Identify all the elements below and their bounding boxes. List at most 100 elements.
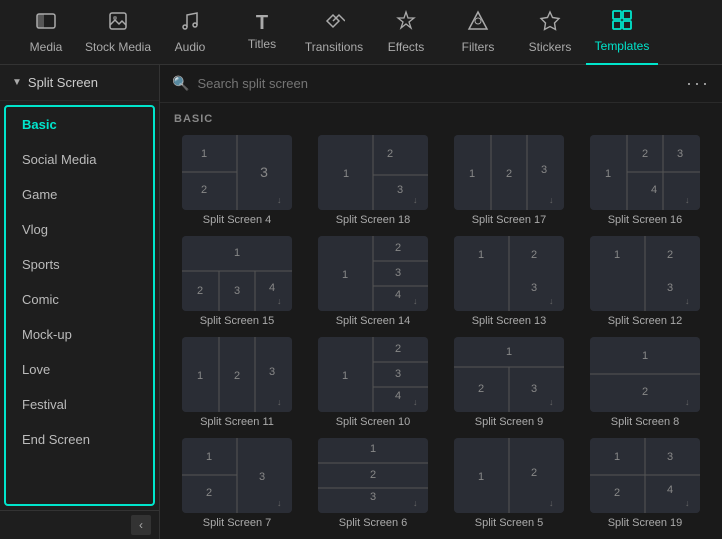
grid-label: Split Screen 16 bbox=[608, 214, 683, 226]
grid-label: Split Screen 11 bbox=[200, 416, 274, 428]
list-item[interactable]: 1 2 3 4 ↓ Split Screen 19 bbox=[582, 438, 708, 529]
thumb-split-screen-10: 1 2 3 4 ↓ bbox=[318, 337, 428, 412]
nav-item-effects[interactable]: Effects bbox=[370, 0, 442, 65]
nav-item-audio[interactable]: Audio bbox=[154, 0, 226, 65]
sidebar-item-vlog[interactable]: Vlog bbox=[6, 212, 153, 247]
top-nav: Media Stock Media Audio T Titles bbox=[0, 0, 722, 65]
sidebar-item-comic[interactable]: Comic bbox=[6, 282, 153, 317]
sidebar-header: ▼ Split Screen bbox=[0, 65, 159, 101]
svg-text:1: 1 bbox=[342, 269, 348, 281]
list-item[interactable]: 1 2 3 ↓ Split Screen 12 bbox=[582, 236, 708, 327]
nav-label-stickers: Stickers bbox=[529, 40, 572, 54]
nav-label-transitions: Transitions bbox=[305, 40, 363, 54]
nav-item-templates[interactable]: Templates bbox=[586, 0, 658, 65]
nav-item-transitions[interactable]: Transitions bbox=[298, 0, 370, 65]
nav-label-templates: Templates bbox=[595, 39, 650, 53]
grid-label: Split Screen 19 bbox=[608, 517, 683, 529]
list-item[interactable]: 1 2 3 4 ↓ Split Screen 15 bbox=[174, 236, 300, 327]
nav-label-media: Media bbox=[30, 40, 63, 54]
nav-item-filters[interactable]: Filters bbox=[442, 0, 514, 65]
nav-item-titles[interactable]: T Titles bbox=[226, 0, 298, 65]
search-input[interactable] bbox=[197, 76, 678, 91]
nav-item-media[interactable]: Media bbox=[10, 0, 82, 65]
templates-grid: 1 2 3 ↓ Split Screen 4 bbox=[174, 135, 708, 539]
svg-text:4: 4 bbox=[667, 484, 673, 496]
svg-text:2: 2 bbox=[531, 249, 537, 261]
list-item[interactable]: 1 2 3 ↓ Split Screen 9 bbox=[446, 337, 572, 428]
list-item[interactable]: 1 2 3 ↓ Split Screen 6 bbox=[310, 438, 436, 529]
svg-text:1: 1 bbox=[201, 148, 207, 160]
svg-text:↓: ↓ bbox=[413, 397, 418, 407]
svg-text:4: 4 bbox=[395, 390, 401, 402]
grid-label: Split Screen 9 bbox=[475, 416, 543, 428]
grid-label: Split Screen 6 bbox=[339, 517, 407, 529]
svg-text:2: 2 bbox=[234, 370, 240, 382]
audio-icon bbox=[179, 10, 201, 36]
nav-label-audio: Audio bbox=[175, 40, 206, 54]
svg-text:2: 2 bbox=[387, 148, 393, 160]
list-item[interactable]: 1 2 ↓ Split Screen 8 bbox=[582, 337, 708, 428]
sidebar-item-mock-up[interactable]: Mock-up bbox=[6, 317, 153, 352]
transitions-icon bbox=[323, 10, 345, 36]
sidebar-item-love[interactable]: Love bbox=[6, 352, 153, 387]
effects-icon bbox=[395, 10, 417, 36]
filters-icon bbox=[467, 10, 489, 36]
svg-text:2: 2 bbox=[197, 285, 203, 297]
svg-text:↓: ↓ bbox=[277, 296, 282, 306]
nav-item-stickers[interactable]: Stickers bbox=[514, 0, 586, 65]
svg-text:1: 1 bbox=[642, 350, 648, 362]
grid-label: Split Screen 5 bbox=[475, 517, 543, 529]
nav-label-stock-media: Stock Media bbox=[85, 40, 151, 54]
list-item[interactable]: 1 2 3 4 ↓ Split Screen 10 bbox=[310, 337, 436, 428]
svg-text:↓: ↓ bbox=[413, 195, 418, 205]
svg-text:1: 1 bbox=[370, 443, 376, 455]
list-item[interactable]: 1 2 3 ↓ Split Screen 7 bbox=[174, 438, 300, 529]
list-item[interactable]: 1 2 3 4 ↓ Split Screen 16 bbox=[582, 135, 708, 226]
svg-text:2: 2 bbox=[201, 184, 207, 196]
sidebar-item-basic[interactable]: Basic bbox=[6, 107, 153, 142]
svg-text:1: 1 bbox=[478, 249, 484, 261]
sidebar-item-end-screen[interactable]: End Screen bbox=[6, 422, 153, 457]
svg-text:1: 1 bbox=[206, 451, 212, 463]
list-item[interactable]: 1 2 3 ↓ Split Screen 13 bbox=[446, 236, 572, 327]
grid-label: Split Screen 4 bbox=[203, 214, 271, 226]
collapse-button[interactable]: ‹ bbox=[131, 515, 151, 535]
list-item[interactable]: 1 2 3 ↓ Split Screen 18 bbox=[310, 135, 436, 226]
stickers-icon bbox=[539, 10, 561, 36]
sidebar-title: Split Screen bbox=[28, 75, 98, 90]
svg-text:↓: ↓ bbox=[413, 498, 418, 508]
sidebar-item-game[interactable]: Game bbox=[6, 177, 153, 212]
svg-text:2: 2 bbox=[642, 386, 648, 398]
sidebar-item-festival[interactable]: Festival bbox=[6, 387, 153, 422]
svg-text:↓: ↓ bbox=[277, 397, 282, 407]
svg-text:↓: ↓ bbox=[549, 296, 554, 306]
svg-text:2: 2 bbox=[642, 148, 648, 160]
svg-text:1: 1 bbox=[605, 168, 611, 180]
main-layout: ▼ Split Screen Basic Social Media Game V… bbox=[0, 65, 722, 539]
more-button[interactable]: ··· bbox=[686, 73, 710, 94]
svg-text:1: 1 bbox=[342, 370, 348, 382]
svg-text:2: 2 bbox=[478, 383, 484, 395]
list-item[interactable]: 1 2 3 ↓ Split Screen 11 bbox=[174, 337, 300, 428]
sidebar-item-social-media[interactable]: Social Media bbox=[6, 142, 153, 177]
section-label: BASIC bbox=[174, 113, 708, 125]
list-item[interactable]: 1 2 ↓ Split Screen 5 bbox=[446, 438, 572, 529]
sidebar-bottom: ‹ bbox=[0, 510, 159, 539]
list-item[interactable]: 1 2 3 ↓ Split Screen 4 bbox=[174, 135, 300, 226]
search-icon: 🔍 bbox=[172, 75, 189, 92]
list-item[interactable]: 1 2 3 ↓ Split Screen 17 bbox=[446, 135, 572, 226]
list-item[interactable]: 1 2 3 4 ↓ Split Screen 14 bbox=[310, 236, 436, 327]
svg-text:↓: ↓ bbox=[549, 498, 554, 508]
grid-label: Split Screen 17 bbox=[472, 214, 547, 226]
svg-text:4: 4 bbox=[651, 184, 657, 196]
svg-text:2: 2 bbox=[506, 168, 512, 180]
svg-text:4: 4 bbox=[269, 282, 275, 294]
sidebar-item-sports[interactable]: Sports bbox=[6, 247, 153, 282]
nav-item-stock-media[interactable]: Stock Media bbox=[82, 0, 154, 65]
svg-text:3: 3 bbox=[677, 148, 683, 160]
nav-label-filters: Filters bbox=[462, 40, 495, 54]
svg-text:↓: ↓ bbox=[549, 397, 554, 407]
svg-text:↓: ↓ bbox=[685, 195, 690, 205]
svg-text:3: 3 bbox=[370, 491, 376, 503]
thumb-split-screen-4: 1 2 3 ↓ bbox=[182, 135, 292, 210]
